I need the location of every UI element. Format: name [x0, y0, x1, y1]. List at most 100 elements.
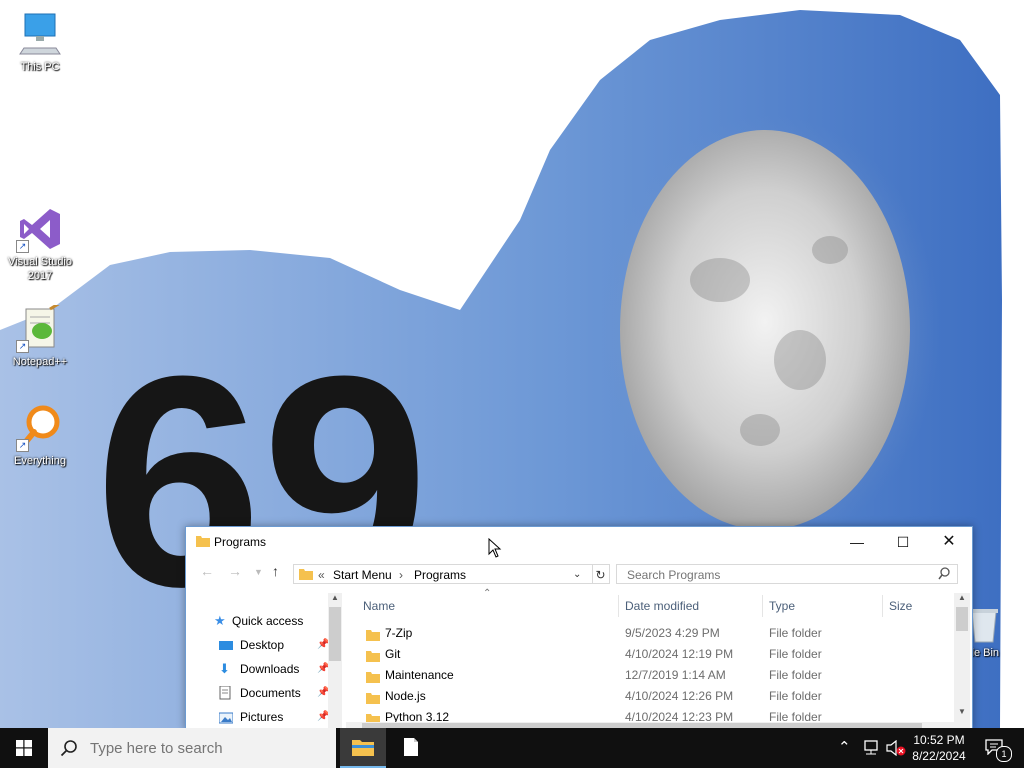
desktop-icon-label: cle Bin: [966, 647, 1000, 659]
file-type: File folder: [769, 668, 822, 682]
notepad-plus-plus-icon: ↗: [16, 301, 64, 353]
file-type: File folder: [769, 647, 822, 661]
windows-logo-icon: [16, 740, 32, 756]
navigation-pane: ★ Quick access Desktop 📌 ⬇ Downloads 📌 D…: [186, 587, 341, 729]
column-header-name[interactable]: Name: [363, 599, 395, 613]
document-icon: [404, 738, 418, 756]
search-input[interactable]: [625, 567, 929, 583]
file-list-scrollbar[interactable]: ▲ ▼: [954, 593, 970, 729]
address-bar[interactable]: « Start Menu › Programs ⌄: [293, 564, 593, 584]
search-icon: [938, 567, 950, 584]
file-row[interactable]: Git 4/10/2024 12:19 PM File folder: [346, 644, 946, 665]
file-type: File folder: [769, 689, 822, 703]
file-date: 12/7/2019 1:14 AM: [625, 668, 726, 682]
desktop-icon-everything[interactable]: ↗ Everything: [2, 404, 78, 468]
file-name: Git: [385, 647, 401, 661]
window-title: Programs: [214, 535, 267, 549]
clock-date: 8/22/2024: [912, 749, 966, 763]
desktop-icon-label: Everything: [14, 455, 66, 467]
back-button[interactable]: ←: [200, 563, 214, 579]
nav-item-desktop[interactable]: Desktop 📌: [219, 635, 329, 655]
folder-icon: [299, 568, 313, 583]
nav-quick-access[interactable]: ★ Quick access: [214, 611, 334, 631]
desktop-icon: [219, 638, 233, 651]
breadcrumb-programs[interactable]: Programs: [414, 568, 466, 582]
desktop-icon-label: This PC: [20, 61, 60, 73]
title-bar[interactable]: Programs — ☐ ✕: [186, 527, 972, 557]
file-explorer-icon: [352, 740, 374, 756]
breadcrumb-overflow[interactable]: «: [318, 568, 325, 582]
taskbar: ⌃ 10:52 PM 8/22/2024 1: [0, 728, 1024, 768]
file-date: 4/10/2024 12:19 PM: [625, 647, 734, 661]
action-center-button[interactable]: 1: [980, 728, 1020, 768]
desktop-icon-this-pc[interactable]: This PC: [2, 10, 78, 74]
up-button[interactable]: ↑: [272, 563, 279, 579]
show-hidden-icons-chevron-icon[interactable]: ⌃: [838, 738, 851, 756]
taskbar-search-input[interactable]: [88, 739, 322, 758]
taskbar-search-box[interactable]: [48, 728, 336, 768]
address-dropdown-chevron-icon[interactable]: ⌄: [573, 569, 581, 580]
search-box[interactable]: [616, 564, 958, 584]
scroll-up-arrow-icon[interactable]: ▲: [331, 593, 339, 602]
breadcrumb-start-menu[interactable]: Start Menu: [333, 568, 392, 582]
volume-muted-icon[interactable]: [886, 740, 906, 756]
search-icon: [60, 740, 77, 757]
star-icon: ★: [214, 613, 226, 628]
nav-item-label: Documents: [240, 686, 301, 700]
file-name: Node.js: [385, 689, 426, 703]
nav-item-label: Quick access: [232, 614, 304, 628]
close-button[interactable]: ✕: [926, 527, 972, 557]
scrollbar-thumb[interactable]: [956, 607, 968, 631]
nav-item-label: Pictures: [240, 710, 284, 724]
column-header-size[interactable]: Size: [889, 599, 912, 613]
file-name: 7-Zip: [385, 626, 413, 640]
network-icon[interactable]: [862, 740, 880, 756]
column-header-date[interactable]: Date modified: [625, 599, 699, 613]
navigation-bar: ← → ▼ ↑ « Start Menu › Programs ⌄ ↻: [186, 557, 972, 587]
file-name: Maintenance: [385, 668, 454, 682]
file-date: 9/5/2023 4:29 PM: [625, 626, 720, 640]
downloads-icon: ⬇: [219, 661, 230, 676]
nav-pane-scrollbar[interactable]: ▲: [328, 593, 342, 729]
column-divider: [762, 595, 763, 617]
taskbar-notepad-button[interactable]: [390, 728, 434, 768]
file-type: File folder: [769, 626, 822, 640]
file-explorer-window[interactable]: Programs — ☐ ✕ ← → ▼ ↑ « Start Menu › Pr…: [185, 526, 973, 730]
mouse-cursor-icon: [488, 538, 502, 558]
clock-time: 10:52 PM: [913, 733, 965, 747]
scroll-down-arrow-icon[interactable]: ▼: [958, 707, 966, 716]
start-button[interactable]: [0, 728, 48, 768]
folder-icon: [196, 535, 210, 550]
desktop-icon-notepad-plus-plus[interactable]: ↗ Notepad++: [2, 301, 78, 369]
this-pc-icon: [16, 10, 64, 58]
desktop-icon-label: Notepad++: [12, 356, 68, 368]
taskbar-file-explorer-button[interactable]: [340, 728, 386, 768]
documents-icon: [219, 685, 233, 700]
scrollbar-thumb[interactable]: [329, 607, 341, 661]
nav-item-pictures[interactable]: Pictures 📌: [218, 707, 329, 727]
column-header-type[interactable]: Type: [769, 599, 795, 613]
nav-item-documents[interactable]: Documents 📌: [219, 683, 329, 703]
file-date: 4/10/2024 12:26 PM: [625, 689, 734, 703]
file-list: ⌃ Name Date modified Type Size 7-Zip 9/5…: [346, 587, 956, 729]
breadcrumb-chevron-icon: ›: [399, 568, 403, 582]
desktop-icon-visual-studio[interactable]: ↗ Visual Studio 2017: [2, 205, 78, 283]
nav-item-label: Desktop: [240, 638, 285, 652]
desktop-icon-label: Visual Studio 2017: [7, 256, 72, 282]
shortcut-arrow-icon: ↗: [16, 439, 29, 452]
file-row[interactable]: Node.js 4/10/2024 12:26 PM File folder: [346, 686, 946, 707]
everything-search-icon: ↗: [16, 404, 64, 452]
nav-item-downloads[interactable]: ⬇ Downloads 📌: [219, 659, 329, 679]
minimize-button[interactable]: —: [834, 527, 880, 557]
recent-locations-chevron-icon[interactable]: ▼: [254, 567, 263, 577]
maximize-button[interactable]: ☐: [880, 527, 926, 557]
sort-arrow-icon: ⌃: [483, 588, 492, 599]
scroll-up-arrow-icon[interactable]: ▲: [958, 593, 966, 602]
refresh-button[interactable]: ↻: [592, 564, 610, 584]
file-row[interactable]: 7-Zip 9/5/2023 4:29 PM File folder: [346, 623, 946, 644]
file-row[interactable]: Maintenance 12/7/2019 1:14 AM File folde…: [346, 665, 946, 686]
visual-studio-icon: ↗: [16, 205, 64, 253]
clock[interactable]: 10:52 PM 8/22/2024: [906, 731, 972, 765]
forward-button[interactable]: →: [228, 563, 242, 579]
column-divider: [618, 595, 619, 617]
